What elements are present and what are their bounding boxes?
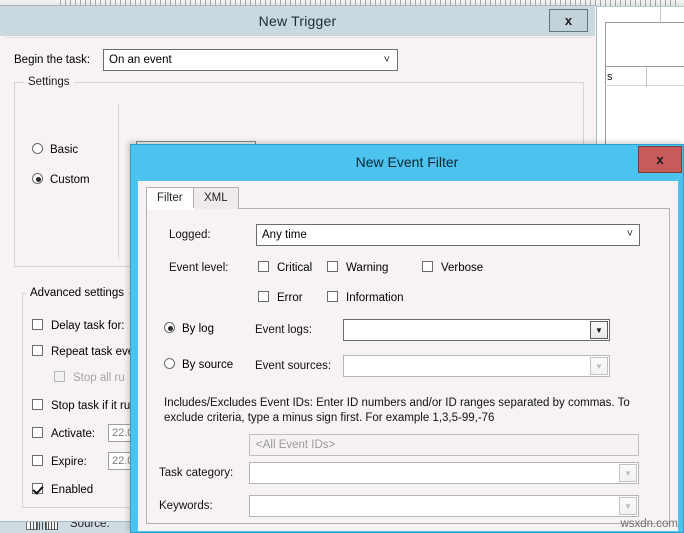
radio-basic-indicator	[32, 143, 43, 154]
checkbox-stop-all-running-label: Stop all ru	[73, 372, 125, 384]
checkbox-warning-box	[327, 261, 338, 272]
keywords-dropdown[interactable]: ▼	[249, 495, 639, 517]
new-event-filter-titlebar: New Event Filter x	[131, 145, 683, 180]
logged-dropdown[interactable]: Any time ˅	[256, 224, 640, 246]
chevron-down-icon: ˅	[383, 54, 390, 66]
checkbox-error-box	[258, 291, 269, 302]
checkbox-enabled-box	[32, 483, 43, 494]
checkbox-critical[interactable]: Critical	[258, 261, 312, 274]
checkbox-stop-all-running-box	[54, 371, 65, 382]
dropdown-arrow-icon[interactable]: ▼	[590, 321, 608, 339]
checkbox-critical-box	[258, 261, 269, 272]
dropdown-arrow-icon[interactable]: ▼	[619, 497, 637, 515]
checkbox-delay-task-label: Delay task for:	[51, 320, 125, 332]
task-category-label: Task category:	[159, 467, 234, 479]
new-event-filter-close-button[interactable]: x	[638, 146, 682, 173]
grid-header-text: s	[607, 71, 613, 83]
checkbox-stop-task-if-box	[32, 399, 43, 410]
checkbox-warning-label: Warning	[346, 262, 389, 274]
settings-group-label: Settings	[24, 76, 74, 88]
checkbox-enabled[interactable]: Enabled	[32, 483, 93, 496]
checkbox-stop-all-running: Stop all ru	[54, 371, 125, 384]
checkbox-repeat-task[interactable]: Repeat task ever	[32, 345, 138, 358]
dropdown-arrow-icon[interactable]: ▼	[590, 357, 608, 375]
radio-custom-label: Custom	[50, 174, 90, 186]
grid-column-divider	[646, 67, 647, 87]
radio-by-log-indicator	[164, 322, 175, 333]
checkbox-warning[interactable]: Warning	[327, 261, 388, 274]
radio-by-log[interactable]: By log	[164, 322, 214, 335]
watermark: wsxdn.com	[620, 518, 678, 530]
screen-root: s Source: New Trigger x Begin the task: …	[0, 0, 684, 533]
new-event-filter-body: Filter XML Logged: Any time ˅ Event leve…	[138, 181, 678, 531]
background-grid-header: s	[605, 66, 684, 87]
checkbox-activate[interactable]: Activate:	[32, 427, 95, 440]
radio-basic-label: Basic	[50, 144, 79, 156]
tab-filter[interactable]: Filter	[146, 187, 194, 210]
tab-xml[interactable]: XML	[193, 187, 239, 209]
radio-by-source[interactable]: By source	[164, 358, 233, 371]
checkbox-expire-label: Expire:	[51, 456, 87, 468]
radio-by-source-label: By source	[182, 359, 234, 371]
new-trigger-title: New Trigger	[258, 13, 337, 29]
begin-task-value: On an event	[109, 54, 172, 66]
new-trigger-close-button[interactable]: x	[549, 9, 588, 32]
radio-by-log-label: By log	[182, 323, 214, 335]
logged-value: Any time	[262, 229, 307, 241]
checkbox-verbose-label: Verbose	[441, 262, 484, 274]
radio-basic[interactable]: Basic	[32, 143, 78, 156]
event-logs-label: Event logs:	[255, 324, 312, 336]
filter-tabstrip: Filter XML	[146, 187, 670, 210]
checkbox-verbose[interactable]: Verbose	[422, 261, 483, 274]
begin-task-dropdown[interactable]: On an event ˅	[103, 49, 398, 71]
event-ids-placeholder: <All Event IDs>	[256, 439, 336, 451]
new-trigger-titlebar: New Trigger x	[0, 6, 595, 36]
event-ids-help-line1: Includes/Excludes Event IDs: Enter ID nu…	[164, 397, 630, 409]
checkbox-critical-label: Critical	[277, 262, 313, 274]
event-logs-dropdown[interactable]: ▼	[343, 319, 610, 341]
radio-custom-indicator	[32, 173, 43, 184]
checkbox-expire-box	[32, 455, 43, 466]
checkbox-expire[interactable]: Expire:	[32, 455, 87, 468]
tab-pane-seam	[147, 208, 194, 210]
keywords-label: Keywords:	[159, 500, 213, 512]
checkbox-error-label: Error	[277, 292, 303, 304]
background-list-pane	[605, 22, 684, 153]
checkbox-delay-task[interactable]: Delay task for:	[32, 319, 125, 332]
checkbox-verbose-box	[422, 261, 433, 272]
event-sources-dropdown[interactable]: ▼	[343, 355, 610, 377]
checkbox-error[interactable]: Error	[258, 291, 303, 304]
radio-by-source-indicator	[164, 358, 175, 369]
checkbox-information-label: Information	[346, 292, 404, 304]
checkbox-information-box	[327, 291, 338, 302]
checkbox-repeat-task-box	[32, 345, 43, 356]
chevron-down-icon: ˅	[626, 228, 633, 240]
new-event-filter-title: New Event Filter	[355, 154, 459, 170]
checkbox-information[interactable]: Information	[327, 291, 404, 304]
event-ids-help-line2: exclude criteria, type a minus sign firs…	[164, 412, 495, 424]
checkbox-enabled-label: Enabled	[51, 484, 94, 496]
settings-vertical-divider	[118, 104, 119, 259]
checkbox-delay-task-box	[32, 319, 43, 330]
checkbox-activate-label: Activate:	[51, 428, 96, 440]
checkbox-repeat-task-label: Repeat task ever	[51, 346, 138, 358]
task-category-dropdown[interactable]: ▼	[249, 462, 639, 484]
checkbox-stop-task-if[interactable]: Stop task if it ru	[32, 399, 130, 412]
begin-task-label: Begin the task:	[14, 54, 91, 66]
radio-custom[interactable]: Custom	[32, 173, 90, 186]
event-sources-label: Event sources:	[255, 360, 332, 372]
dropdown-arrow-icon[interactable]: ▼	[619, 464, 637, 482]
checkbox-activate-box	[32, 427, 43, 438]
new-event-filter-dialog: New Event Filter x Filter XML Logged: An…	[130, 144, 684, 533]
event-level-label: Event level:	[169, 262, 229, 274]
advanced-settings-label: Advanced settings	[26, 287, 128, 299]
logged-label: Logged:	[169, 229, 211, 241]
event-ids-input[interactable]: <All Event IDs>	[249, 434, 639, 456]
checkbox-stop-task-if-label: Stop task if it ru	[51, 400, 131, 412]
